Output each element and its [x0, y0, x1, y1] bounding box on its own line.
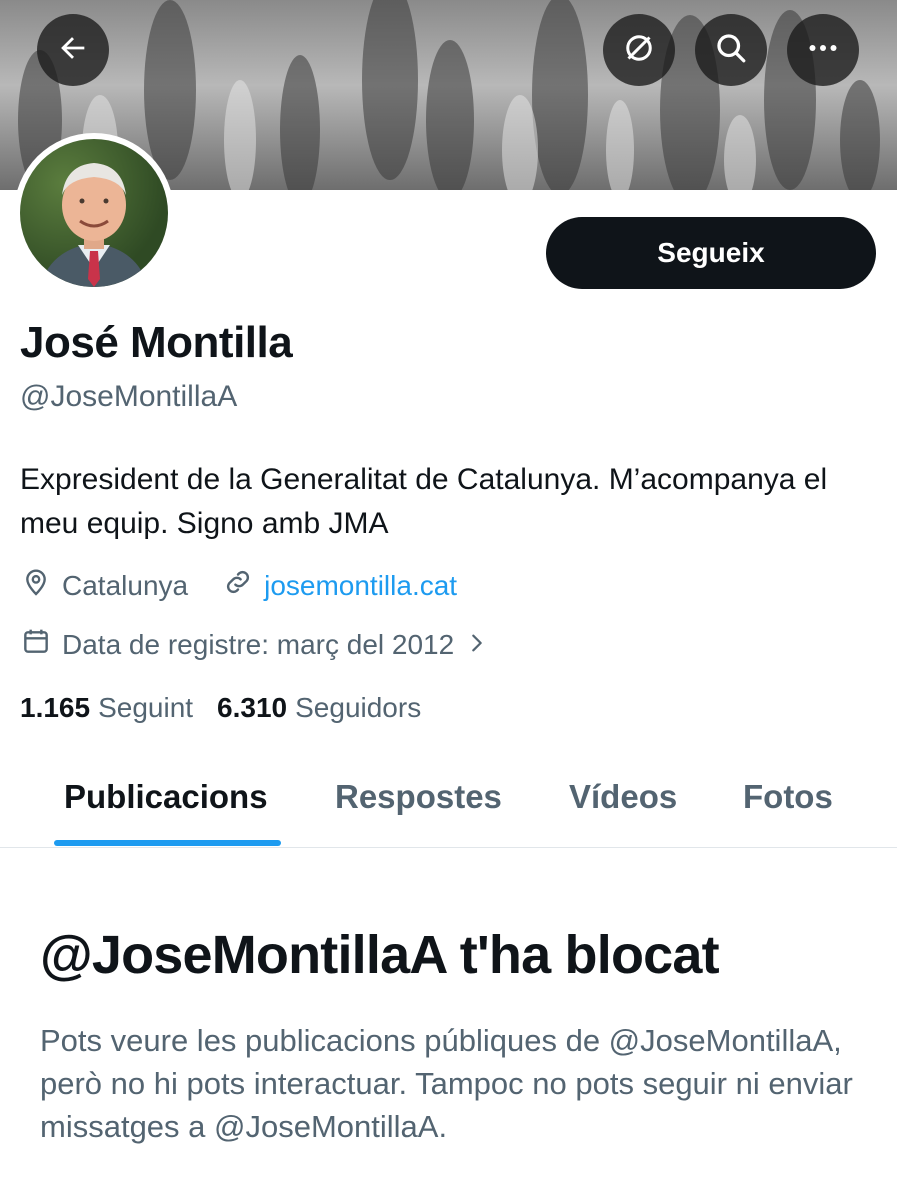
- location-website-row: Catalunya josemontilla.cat: [20, 566, 457, 605]
- location-icon: [20, 566, 62, 605]
- active-tab-indicator: [54, 840, 281, 846]
- arrow-left-icon: [56, 31, 90, 70]
- blocked-description: Pots veure les publicacions públiques de…: [40, 1023, 853, 1144]
- followers-count: 6.310: [217, 692, 288, 723]
- back-button[interactable]: [37, 14, 109, 86]
- link-icon: [222, 566, 264, 605]
- tab-videos[interactable]: Vídeos: [569, 778, 677, 816]
- more-button[interactable]: [787, 14, 859, 86]
- profile-name: José Montilla: [20, 318, 293, 367]
- profile-bio: Expresident de la Generalitat de Catalun…: [20, 463, 828, 540]
- unmute-button[interactable]: [603, 14, 675, 86]
- following-label: Seguint: [98, 692, 194, 723]
- avatar-image: [20, 139, 168, 287]
- tab-respostes[interactable]: Respostes: [335, 778, 502, 816]
- blocked-title: @JoseMontillaA t'ha blocat: [40, 925, 720, 985]
- more-dots-icon: [805, 30, 841, 71]
- follow-counts: 1.165 Seguint 6.310 Seguidors: [20, 692, 445, 724]
- tab-publicacions[interactable]: Publicacions: [64, 778, 268, 816]
- profile-tabs: Publicacions Respostes Vídeos Fotos: [0, 760, 897, 848]
- circle-slash-icon: [621, 30, 657, 71]
- search-button[interactable]: [695, 14, 767, 86]
- joined-row[interactable]: Data de registre: març del 2012: [20, 625, 498, 664]
- profile-website-link[interactable]: josemontilla.cat: [264, 570, 457, 602]
- followers-count-link[interactable]: 6.310 Seguidors: [217, 692, 421, 724]
- followers-label: Seguidors: [295, 692, 422, 723]
- profile-joined-date: Data de registre: març del 2012: [62, 628, 455, 660]
- following-count: 1.165: [20, 692, 91, 723]
- search-icon: [713, 30, 749, 71]
- follow-button[interactable]: Segueix: [546, 217, 876, 289]
- tab-fotos[interactable]: Fotos: [743, 778, 833, 816]
- chevron-right-icon: [466, 629, 498, 661]
- profile-location: Catalunya: [62, 569, 189, 601]
- profile-handle: @JoseMontillaA: [20, 380, 238, 413]
- calendar-icon: [20, 625, 62, 664]
- following-count-link[interactable]: 1.165 Seguint: [20, 692, 193, 724]
- avatar[interactable]: [14, 133, 174, 293]
